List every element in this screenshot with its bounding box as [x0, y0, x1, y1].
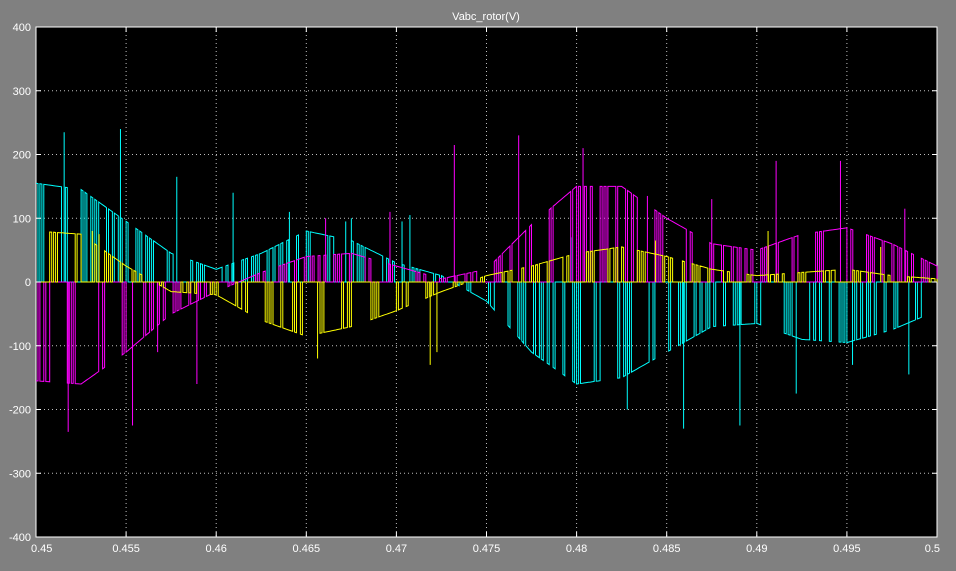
- x-tick-label: 0.455: [112, 543, 140, 555]
- x-tick-label: 0.45: [31, 543, 52, 555]
- x-tick-label: 0.465: [293, 543, 321, 555]
- x-tick-label: 0.49: [746, 543, 767, 555]
- x-tick-label: 0.46: [205, 543, 226, 555]
- y-tick-label: 300: [13, 86, 31, 98]
- y-tick-label: -400: [9, 532, 31, 544]
- y-tick-label: -100: [9, 341, 31, 353]
- y-tick-label: 200: [13, 150, 31, 162]
- y-tick-label: -200: [9, 405, 31, 417]
- y-tick-label: -300: [9, 468, 31, 480]
- x-tick-label: 0.48: [566, 543, 587, 555]
- y-tick-label: 400: [13, 22, 31, 34]
- x-tick-label: 0.485: [653, 543, 681, 555]
- x-tick-label: 0.47: [386, 543, 407, 555]
- y-tick-label: 100: [13, 213, 31, 225]
- scope-plot: 400 300 200 100 0 -100 -200 -300 -400 0.45 0.455 0…: [0, 0, 956, 571]
- chart-title: Vabc_rotor(V): [452, 11, 520, 23]
- x-tick-label: 0.475: [473, 543, 501, 555]
- y-tick-label: 0: [25, 277, 31, 289]
- x-tick-label: 0.495: [833, 543, 861, 555]
- x-tick-label: 0.5: [925, 543, 940, 555]
